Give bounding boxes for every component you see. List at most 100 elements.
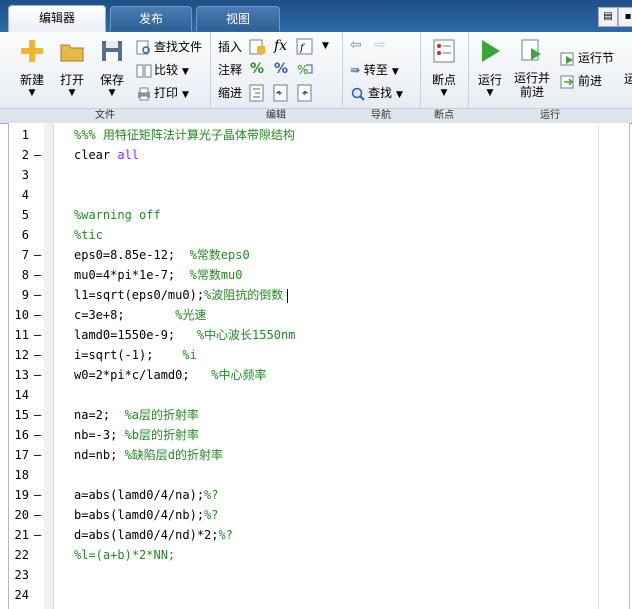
- find-button[interactable]: 查找 ▼: [350, 83, 403, 103]
- chevron-down-icon: ▼: [182, 90, 189, 100]
- code-text: eps0=8.85e-12; %常数eps0: [74, 245, 250, 265]
- breakpoints-button[interactable]: 断点 ▼: [426, 36, 462, 104]
- code-line[interactable]: 15– na=2; %a层的折射率: [9, 405, 629, 425]
- chevron-down-icon[interactable]: ▼: [322, 41, 329, 51]
- uncomment-icon[interactable]: %: [274, 61, 288, 77]
- executable-line-marker[interactable]: –: [34, 425, 42, 445]
- code-line[interactable]: 11– lamd0=1550e-9; %中心波长1550nm: [9, 325, 629, 345]
- tab-publish[interactable]: 发布: [110, 6, 192, 31]
- save-button[interactable]: 保存 ▼: [94, 36, 130, 104]
- code-line[interactable]: 3: [9, 165, 629, 185]
- comment-percent-icon[interactable]: %: [250, 61, 264, 77]
- code-line[interactable]: 17– nd=nb; %缺陷层d的折射率: [9, 445, 629, 465]
- code-line[interactable]: 8– mu0=4*pi*1e-7; %常数mu0: [9, 265, 629, 285]
- code-comment: %中心频率: [211, 368, 267, 382]
- insert-button[interactable]: 插入: [218, 37, 242, 57]
- code-line[interactable]: 6 %tic: [9, 225, 629, 245]
- executable-line-marker[interactable]: –: [34, 265, 42, 285]
- compare-icon: [136, 64, 152, 77]
- code-line[interactable]: 7– eps0=8.85e-12; %常数eps0: [9, 245, 629, 265]
- executable-line-marker[interactable]: –: [34, 505, 42, 525]
- executable-line-marker[interactable]: –: [34, 285, 42, 305]
- decrease-indent-icon[interactable]: [296, 84, 314, 102]
- run-group-label: 运行: [468, 108, 632, 123]
- tab-view[interactable]: 视图: [196, 6, 280, 31]
- indent-button[interactable]: 缩进: [218, 83, 242, 103]
- run-and-advance-button[interactable]: 运行并 前进: [512, 36, 552, 104]
- advance-button[interactable]: 前进: [560, 71, 602, 91]
- code-line[interactable]: 22 %l=(a+b)*2*NN;: [9, 545, 629, 565]
- chevron-down-icon: ▼: [440, 88, 448, 98]
- code-comment: %i: [182, 348, 197, 362]
- goto-icon: ⇛: [350, 63, 361, 77]
- code-editor[interactable]: 1%%% 用特征矩阵法计算光子晶体带隙结构 2– clear all 3 4 5 %warn…: [8, 123, 630, 609]
- code-line[interactable]: 2– clear all: [9, 145, 629, 165]
- code-line[interactable]: 20– b=abs(lamd0/4/nb);%?: [9, 505, 629, 525]
- code-line[interactable]: 14: [9, 385, 629, 405]
- print-button[interactable]: 打印 ▼: [136, 83, 189, 103]
- new-button[interactable]: 新建 ▼: [14, 36, 50, 104]
- comment-button[interactable]: 注释: [218, 60, 242, 80]
- code-text: na=2; %a层的折射率: [74, 405, 199, 425]
- run-and-time-button-partial[interactable]: 运: [624, 70, 632, 87]
- code-line[interactable]: 1 %%% 用特征矩阵法计算光子晶体带隙结构: [9, 125, 629, 145]
- run-advance-label-1: 运行并: [513, 71, 550, 85]
- tab-editor[interactable]: 编辑器: [8, 5, 106, 33]
- code-line[interactable]: 24: [9, 585, 629, 605]
- goto-button[interactable]: ⇛ 转至 ▼: [350, 60, 399, 80]
- insert-section-icon[interactable]: [248, 38, 266, 56]
- search-icon: [351, 87, 365, 101]
- quick-access-icon[interactable]: ▤: [598, 7, 618, 27]
- code-line[interactable]: 5 %warning off: [9, 205, 629, 225]
- code-text: w0=2*pi*c/lamd0; %中心频率: [74, 365, 267, 385]
- quick-access-icon-2[interactable]: ▪: [618, 7, 632, 27]
- executable-line-marker[interactable]: –: [34, 305, 42, 325]
- chevron-down-icon: ▼: [182, 67, 189, 77]
- code-comment: %?: [204, 488, 219, 502]
- back-arrow-icon[interactable]: ⇦: [350, 37, 362, 53]
- code-line[interactable]: 19– a=abs(lamd0/4/na);%?: [9, 485, 629, 505]
- code-comment: %波阻抗的倒数: [204, 288, 284, 302]
- find-files-button[interactable]: 查找文件: [136, 37, 202, 57]
- code-line[interactable]: 21– d=abs(lamd0/4/nd)*2;%?: [9, 525, 629, 545]
- run-and-advance-icon: [521, 39, 541, 61]
- code-line[interactable]: 12– i=sqrt(-1); %i: [9, 345, 629, 365]
- wrap-comments-icon[interactable]: %: [296, 61, 314, 79]
- chevron-down-icon: ▼: [486, 88, 494, 98]
- run-section-button[interactable]: 运行节: [560, 48, 614, 68]
- fx-icon[interactable]: fx: [274, 38, 287, 54]
- executable-line-marker[interactable]: –: [34, 405, 42, 425]
- code-statement: clear: [74, 148, 118, 162]
- code-line[interactable]: 16– nb=-3; %b层的折射率: [9, 425, 629, 445]
- navigate-group: ⇦ ⇨ ⇛ 转至 ▼ 查找 ▼ 导航: [342, 32, 421, 123]
- run-button[interactable]: 运行 ▼: [472, 36, 508, 104]
- code-line[interactable]: 23: [9, 565, 629, 585]
- code-line[interactable]: 13– w0=2*pi*c/lamd0; %中心频率: [9, 365, 629, 385]
- executable-line-marker[interactable]: –: [34, 325, 42, 345]
- increase-indent-icon[interactable]: [272, 84, 290, 102]
- text-cursor: [287, 288, 289, 303]
- code-line[interactable]: 18: [9, 465, 629, 485]
- executable-line-marker[interactable]: –: [34, 345, 42, 365]
- executable-line-marker[interactable]: –: [34, 365, 42, 385]
- line-number: 2: [21, 148, 29, 162]
- line-number: 8: [21, 268, 29, 282]
- function-browser-icon[interactable]: f: [296, 38, 314, 56]
- compare-button[interactable]: 比较 ▼: [136, 60, 189, 80]
- run-section-label: 运行节: [578, 51, 615, 65]
- line-number: 21: [14, 528, 29, 542]
- open-button[interactable]: 打开 ▼: [54, 36, 90, 104]
- code-text: nb=-3; %b层的折射率: [74, 425, 199, 445]
- executable-line-marker[interactable]: –: [34, 485, 42, 505]
- code-line[interactable]: 4: [9, 185, 629, 205]
- executable-line-marker[interactable]: –: [34, 245, 42, 265]
- executable-line-marker[interactable]: –: [34, 445, 42, 465]
- code-comment: %缺陷层d的折射率: [124, 448, 224, 462]
- smart-indent-icon[interactable]: [248, 84, 266, 102]
- forward-arrow-icon[interactable]: ⇨: [374, 37, 386, 53]
- executable-line-marker[interactable]: –: [34, 525, 42, 545]
- code-line[interactable]: 10– c=3e+8; %光速: [9, 305, 629, 325]
- comment-label: 注释: [218, 63, 243, 77]
- executable-line-marker[interactable]: –: [34, 145, 42, 165]
- code-line[interactable]: 9– l1=sqrt(eps0/mu0);%波阻抗的倒数: [9, 285, 629, 305]
